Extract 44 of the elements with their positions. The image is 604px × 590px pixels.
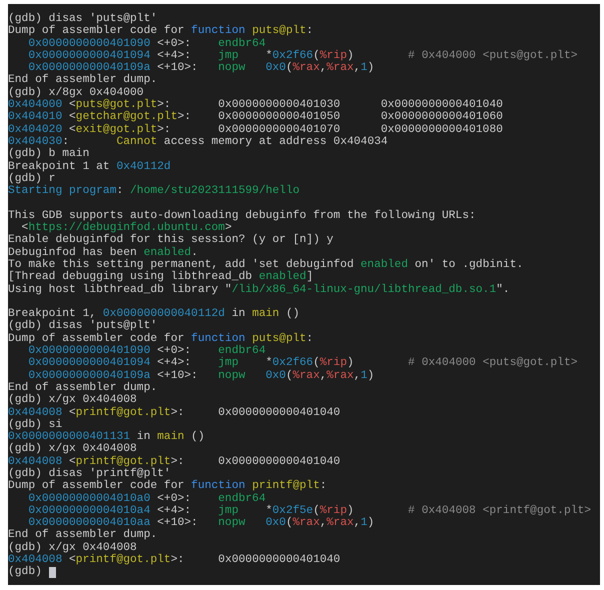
terminal-line: 0x404008 <printf@got.plt>: 0x0000000000401040: [8, 406, 340, 418]
terminal-line: End of assembler dump.: [8, 529, 158, 542]
terminal-line: End of assembler dump.: [8, 382, 158, 394]
terminal-line: 0x0000000000401094 <+4>: jmp *0x2f66(%rip) # 0x404000 <puts@got.plt>: [28, 50, 578, 62]
terminal-line: Dump of assembler code for function printf@plt:: [8, 480, 327, 492]
terminal-line: 0x0000000000401090 <+0>: endbr64: [28, 38, 266, 50]
terminal-line: To make this setting permanent, add 'set debuginfod enabled on' to .gdbinit.: [8, 258, 524, 271]
terminal-line: Using host libthread_db library "/lib/x86_64-linux-gnu/libthread_db.so.1".: [8, 284, 510, 296]
terminal-line: 0x000000000040109a <+10>: nopw 0x0(%rax,%rax,1): [28, 62, 374, 74]
terminal-line: Starting program: /home/stu2023111599/hello: [8, 185, 300, 198]
terminal-line: 0x00000000004010aa <+10>: nopw 0x0(%rax,%rax,1): [28, 517, 374, 530]
terminal-line: 0x000000000040109a <+10>: nopw 0x0(%rax,%rax,1): [28, 370, 374, 382]
terminal-line: 0x404000 <puts@got.plt>: 0x0000000000401030 0x0000000000401040: [8, 99, 503, 112]
terminal-line: Breakpoint 1, 0x000000000040112d in main (): [8, 308, 300, 320]
terminal-line: (gdb) x/gx 0x404008: [8, 542, 137, 554]
terminal-line: (gdb) x/gx 0x404008: [8, 394, 137, 406]
terminal-line: End of assembler dump.: [8, 74, 158, 86]
terminal-line: <https://debuginfod.ubuntu.com>: [22, 222, 232, 234]
terminal-line: 0x0000000000401090 <+0>: endbr64: [28, 345, 266, 358]
terminal-line: 0x0000000000401094 <+4>: jmp *0x2f66(%rip) # 0x404000 <puts@got.plt>: [28, 357, 578, 370]
terminal-line: Dump of assembler code for function puts@plt:: [8, 332, 314, 345]
terminal-line: Dump of assembler code for function puts@plt:: [8, 25, 314, 38]
terminal-line: Debuginfod has been enabled.: [8, 246, 198, 259]
terminal-line: [Thread debugging using libthread_db enabled]: [8, 271, 314, 284]
terminal-line: 0x00000000004010a4 <+4>: jmp *0x2f5e(%rip) # 0x404008 <printf@got.plt>: [28, 504, 592, 517]
terminal-line: (gdb) si: [8, 418, 62, 432]
terminal-line: Enable debuginfod for this session? (y or [n]) y: [8, 234, 334, 246]
terminal-line: (gdb) b main: [8, 148, 90, 160]
terminal-line: 0x404010 <getchar@got.plt>: 0x0000000000401050 0x0000000000401060: [8, 111, 503, 124]
terminal-line: (gdb) x/gx 0x404008: [8, 443, 137, 456]
terminal-line: (gdb) r: [8, 172, 56, 185]
terminal-line: 0x404008 <printf@got.plt>: 0x0000000000401040: [8, 456, 340, 468]
terminal-line: (gdb): [8, 566, 42, 579]
terminal-line: This GDB supports auto-downloading debuginfo from the following URLs:: [8, 210, 476, 222]
terminal-line: 0x0000000000401131 in main (): [8, 431, 205, 444]
terminal-line: 0x404020 <exit@got.plt>: 0x0000000000401070 0x0000000000401080: [8, 124, 503, 136]
terminal-line: (gdb) disas 'puts@plt': [8, 13, 158, 25]
terminal-line: 0x404008 <printf@got.plt>: 0x0000000000401040: [8, 554, 340, 566]
terminal-line: 0x404030: Cannot access memory at address 0x404034: [8, 136, 388, 148]
terminal-line: (gdb) disas 'puts@plt': [8, 320, 158, 332]
terminal-line: Breakpoint 1 at 0x40112d: [8, 160, 171, 173]
terminal-line: 0x00000000004010a0 <+0>: endbr64: [28, 492, 266, 505]
terminal-line: (gdb) disas 'printf@plt': [8, 468, 171, 480]
terminal-line: (gdb) x/8gx 0x404000: [8, 86, 144, 99]
